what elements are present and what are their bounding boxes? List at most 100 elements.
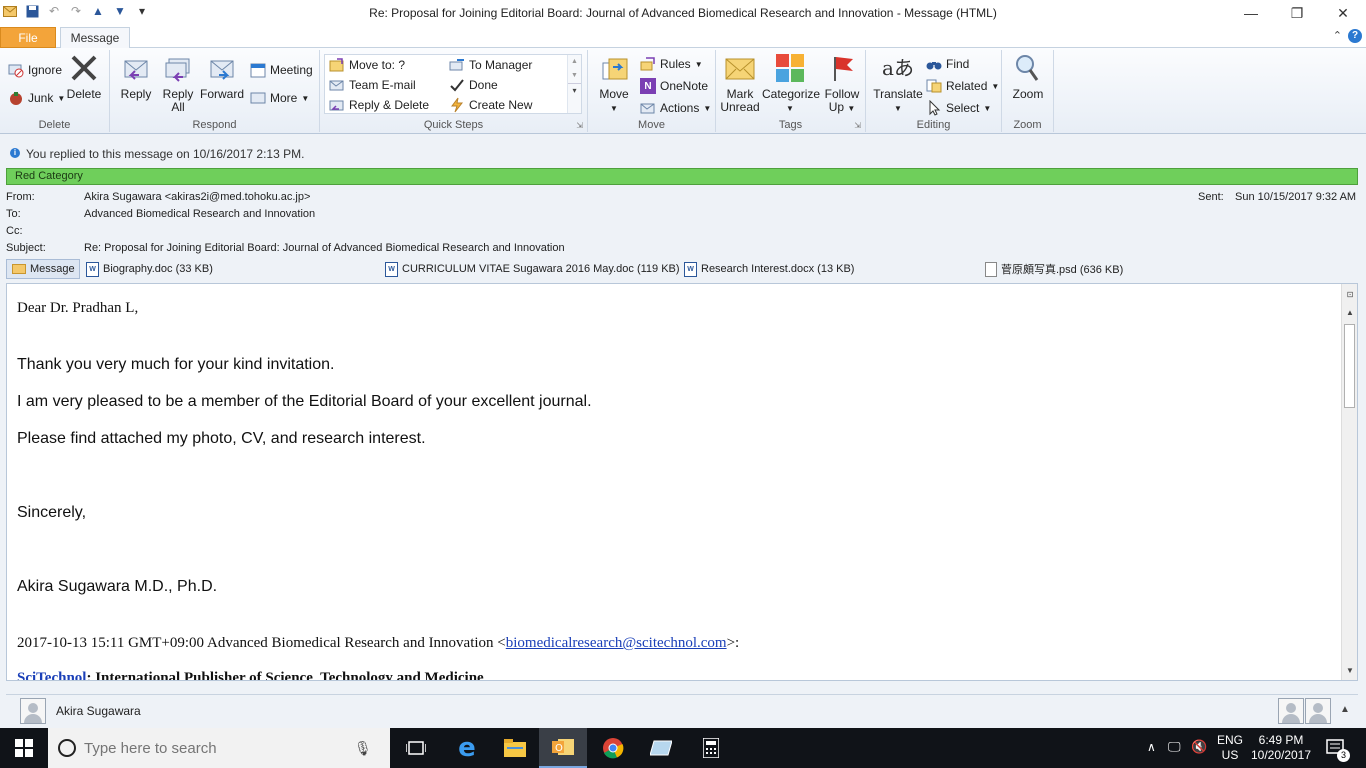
edge-button[interactable]: e xyxy=(443,728,491,768)
onenote-button[interactable]: N OneNote xyxy=(640,78,708,94)
app-button[interactable] xyxy=(637,728,685,768)
dialog-launcher-icon[interactable]: ⇲ xyxy=(854,121,861,130)
info-icon: i xyxy=(10,148,20,158)
move-button[interactable]: Move ▼ xyxy=(596,52,632,115)
rules-button[interactable]: Rules ▼ xyxy=(640,56,703,72)
body-scrollbar[interactable]: ⊡ ▲ ▼ xyxy=(1341,284,1357,680)
to-value[interactable]: Advanced Biomedical Research and Innovat… xyxy=(84,208,315,220)
scrollbar-thumb[interactable] xyxy=(1344,324,1355,408)
actions-button[interactable]: Actions ▼ xyxy=(640,100,711,116)
dialog-launcher-icon[interactable]: ⇲ xyxy=(576,121,583,130)
scroll-down-icon[interactable]: ▼ xyxy=(568,69,581,83)
attachment-research-interest[interactable]: W Research Interest.docx (13 KB) xyxy=(684,259,854,279)
help-icon[interactable]: ? xyxy=(1348,29,1362,43)
categorize-button[interactable]: Categorize ▼ xyxy=(762,52,820,115)
chevron-down-icon: ▼ xyxy=(991,81,1000,91)
sent-value: Sun 10/15/2017 9:32 AM xyxy=(1235,191,1357,203)
chrome-button[interactable] xyxy=(589,728,637,768)
quick-step-to-manager[interactable]: To Manager xyxy=(449,57,532,73)
microphone-icon[interactable]: 🎙 xyxy=(354,740,372,757)
scitechnol-link[interactable]: SciTechnol xyxy=(17,670,86,680)
expand-gallery-icon[interactable]: ▾ xyxy=(568,83,581,98)
attachment-biography[interactable]: W Biography.doc (33 KB) xyxy=(86,259,213,279)
language-indicator[interactable]: ENG US xyxy=(1214,733,1246,763)
group-label-tags: Tags xyxy=(778,119,803,131)
file-explorer-button[interactable] xyxy=(491,728,539,768)
task-view-icon xyxy=(406,741,426,755)
delete-icon xyxy=(68,52,100,84)
group-label-editing: Editing xyxy=(916,119,951,131)
select-button[interactable]: Select ▼ xyxy=(926,100,991,116)
quick-step-team-email[interactable]: Team E-mail xyxy=(329,77,416,93)
calculator-button[interactable] xyxy=(687,728,735,768)
quick-step-create-new[interactable]: Create New xyxy=(449,97,532,113)
avatar[interactable] xyxy=(1278,698,1304,724)
quoted-email-link[interactable]: biomedicalresearch@scitechnol.com xyxy=(506,635,727,651)
scroll-up-icon[interactable]: ▲ xyxy=(568,55,581,69)
quick-steps-scrollbar[interactable]: ▲ ▼ ▾ xyxy=(567,55,581,113)
tab-message[interactable]: Message xyxy=(60,27,130,49)
to-label: To: xyxy=(6,208,21,220)
network-icon[interactable]: 🖵 xyxy=(1168,739,1181,755)
minimize-button[interactable]: — xyxy=(1228,0,1274,26)
tray-chevron-up-icon[interactable]: ∧ xyxy=(1147,740,1156,754)
chevron-down-icon: ▼ xyxy=(301,93,310,103)
chevron-down-icon: ▼ xyxy=(57,93,66,103)
from-value[interactable]: Akira Sugawara <akiras2i@med.tohoku.ac.j… xyxy=(84,191,310,203)
people-pane: Akira Sugawara ▲ xyxy=(6,694,1358,726)
scroll-down-icon[interactable]: ▼ xyxy=(1342,664,1357,678)
search-input[interactable] xyxy=(84,739,354,757)
people-name[interactable]: Akira Sugawara xyxy=(56,704,141,718)
attachment-cv[interactable]: W CURRICULUM VITAE Sugawara 2016 May.doc… xyxy=(385,259,680,279)
action-center-button[interactable]: 3 xyxy=(1316,728,1356,768)
forward-button[interactable]: Forward xyxy=(200,52,244,101)
scroll-up-icon[interactable]: ▲ xyxy=(1342,306,1357,320)
sent-label: Sent: xyxy=(1198,191,1224,203)
to-manager-icon xyxy=(449,57,465,73)
chevron-up-icon[interactable]: ▲ xyxy=(1340,704,1350,715)
follow-up-button[interactable]: Follow Up ▼ xyxy=(822,52,862,115)
message-attachment-tab[interactable]: Message xyxy=(6,259,80,279)
task-view-button[interactable] xyxy=(392,728,440,768)
junk-button[interactable]: Junk ▼ xyxy=(8,90,65,106)
chevron-down-icon: ▼ xyxy=(694,59,703,69)
message-body[interactable]: Dear Dr. Pradhan L, Thank you very much … xyxy=(6,283,1358,681)
quick-step-done[interactable]: Done xyxy=(449,77,498,93)
window-controls: — ❐ ✕ xyxy=(1228,0,1366,26)
clock[interactable]: 6:49 PM 10/20/2017 xyxy=(1248,733,1314,763)
ribbon-tabs: File Message ⌃ ? xyxy=(0,26,1366,49)
quick-step-move-to[interactable]: Move to: ? xyxy=(329,57,405,73)
tab-file[interactable]: File xyxy=(0,27,56,48)
mark-unread-button[interactable]: Mark Unread xyxy=(720,52,760,114)
more-respond-button[interactable]: More ▼ xyxy=(250,90,309,106)
delete-button[interactable]: Delete xyxy=(66,52,102,101)
start-button[interactable] xyxy=(0,728,48,768)
volume-muted-icon[interactable]: 🔇 xyxy=(1191,739,1207,755)
greeting: Dear Dr. Pradhan L, xyxy=(17,300,139,316)
meeting-button[interactable]: Meeting xyxy=(250,62,313,78)
translate-button[interactable]: aあ Translate ▼ xyxy=(870,52,926,115)
avatar[interactable] xyxy=(1305,698,1331,724)
reply-delete-icon xyxy=(329,97,345,113)
chevron-down-icon: ▼ xyxy=(847,104,856,113)
from-label: From: xyxy=(6,191,35,203)
quick-step-reply-delete[interactable]: Reply & Delete xyxy=(329,97,429,113)
reply-button[interactable]: Reply xyxy=(118,52,154,101)
zoom-reset-icon[interactable]: ⊡ xyxy=(1342,288,1357,302)
related-button[interactable]: Related ▼ xyxy=(926,78,999,94)
minimize-ribbon-icon[interactable]: ⌃ xyxy=(1333,29,1342,43)
attachments-row: Message W Biography.doc (33 KB) W CURRIC… xyxy=(6,259,1360,279)
ignore-button[interactable]: Ignore xyxy=(8,62,62,78)
reply-all-icon xyxy=(162,52,194,84)
taskbar-search[interactable]: 🎙 xyxy=(48,728,390,768)
find-button[interactable]: Find xyxy=(926,56,969,72)
close-button[interactable]: ✕ xyxy=(1320,0,1366,26)
reply-icon xyxy=(120,52,152,84)
outlook-taskbar-button[interactable]: O xyxy=(539,728,587,768)
reply-all-button[interactable]: Reply All xyxy=(160,52,196,114)
attachment-photo[interactable]: 菅原頗写真.psd (636 KB) xyxy=(985,259,1123,279)
restore-button[interactable]: ❐ xyxy=(1274,0,1320,26)
avatar xyxy=(20,698,46,724)
zoom-button[interactable]: Zoom xyxy=(1008,52,1048,101)
group-move: Move ▼ Rules ▼ N OneNote Actions ▼ Move xyxy=(588,50,716,132)
